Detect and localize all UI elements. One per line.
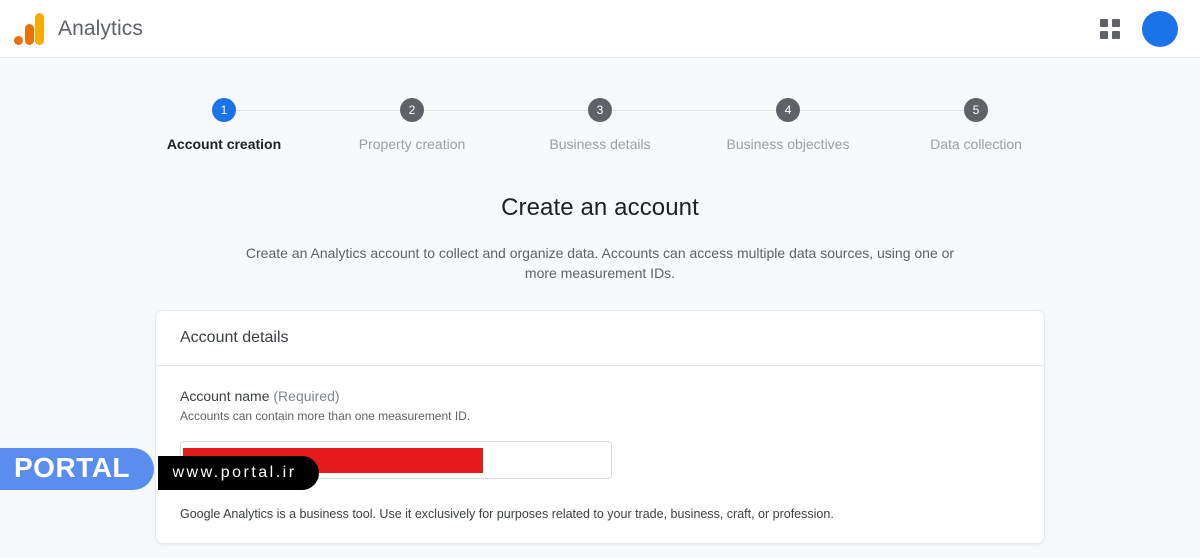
card-body: Account name (Required) Accounts can con…: [156, 366, 1044, 479]
stepper-label: Account creation: [166, 136, 282, 152]
stepper-label: Business details: [549, 136, 651, 152]
stepper-step-account-creation[interactable]: 1 Account creation: [130, 98, 318, 152]
stepper-line-left: [882, 109, 964, 111]
stepper: 1 Account creation 2 Property creation 3…: [0, 58, 1200, 152]
apps-grid-icon[interactable]: [1100, 18, 1120, 39]
stepper-step-data-collection[interactable]: 5 Data collection: [882, 98, 1070, 152]
card-footnote: Google Analytics is a business tool. Use…: [180, 507, 834, 521]
account-name-input-wrapper[interactable]: [180, 441, 612, 479]
brand[interactable]: Analytics: [14, 12, 143, 45]
stepper-line-right: [612, 109, 694, 111]
stepper-circle: 5: [964, 98, 988, 122]
stepper-step-business-objectives[interactable]: 4 Business objectives: [694, 98, 882, 152]
stepper-circle: 2: [400, 98, 424, 122]
stepper-label: Business objectives: [726, 136, 850, 152]
avatar[interactable]: [1142, 10, 1178, 47]
account-name-label: Account name (Required): [180, 388, 1020, 404]
stepper-line-right: [800, 109, 882, 111]
stepper-line-right: [424, 109, 506, 111]
watermark-brand: PORTAL: [0, 448, 155, 490]
stepper-line-left: [506, 109, 588, 111]
card-header: Account details: [156, 311, 1044, 366]
stepper-step-property-creation[interactable]: 2 Property creation: [318, 98, 506, 152]
page-subtitle: Create an Analytics account to collect a…: [245, 245, 955, 281]
stepper-step-track: 3: [506, 98, 694, 122]
app-bar: Analytics: [0, 0, 1200, 58]
account-name-required-suffix: (Required): [273, 388, 340, 404]
google-analytics-logo-icon: [14, 12, 44, 45]
stepper-circle: 4: [776, 98, 800, 122]
account-details-card: Account details Account name (Required) …: [155, 310, 1045, 544]
stepper-circle: 3: [588, 98, 612, 122]
stepper-label: Property creation: [358, 136, 466, 152]
account-name-help-text: Accounts can contain more than one measu…: [180, 409, 471, 423]
stepper-circle: 1: [212, 98, 236, 122]
stepper-line-left: [318, 109, 400, 111]
stepper-step-track: 2: [318, 98, 506, 122]
stepper-step-business-details[interactable]: 3 Business details: [506, 98, 694, 152]
stepper-label: Data collection: [930, 136, 1022, 152]
stepper-line-left: [694, 109, 776, 111]
stepper-step-track: 4: [694, 98, 882, 122]
account-name-label-text: Account name: [180, 388, 270, 404]
stepper-line-right: [236, 109, 318, 111]
app-bar-actions: [1100, 10, 1178, 47]
page-title: Create an account: [501, 194, 699, 221]
redaction-overlay: [183, 448, 483, 473]
stepper-step-track: 5: [882, 98, 1070, 122]
stepper-step-track: 1: [130, 98, 318, 122]
app-title: Analytics: [58, 16, 143, 40]
